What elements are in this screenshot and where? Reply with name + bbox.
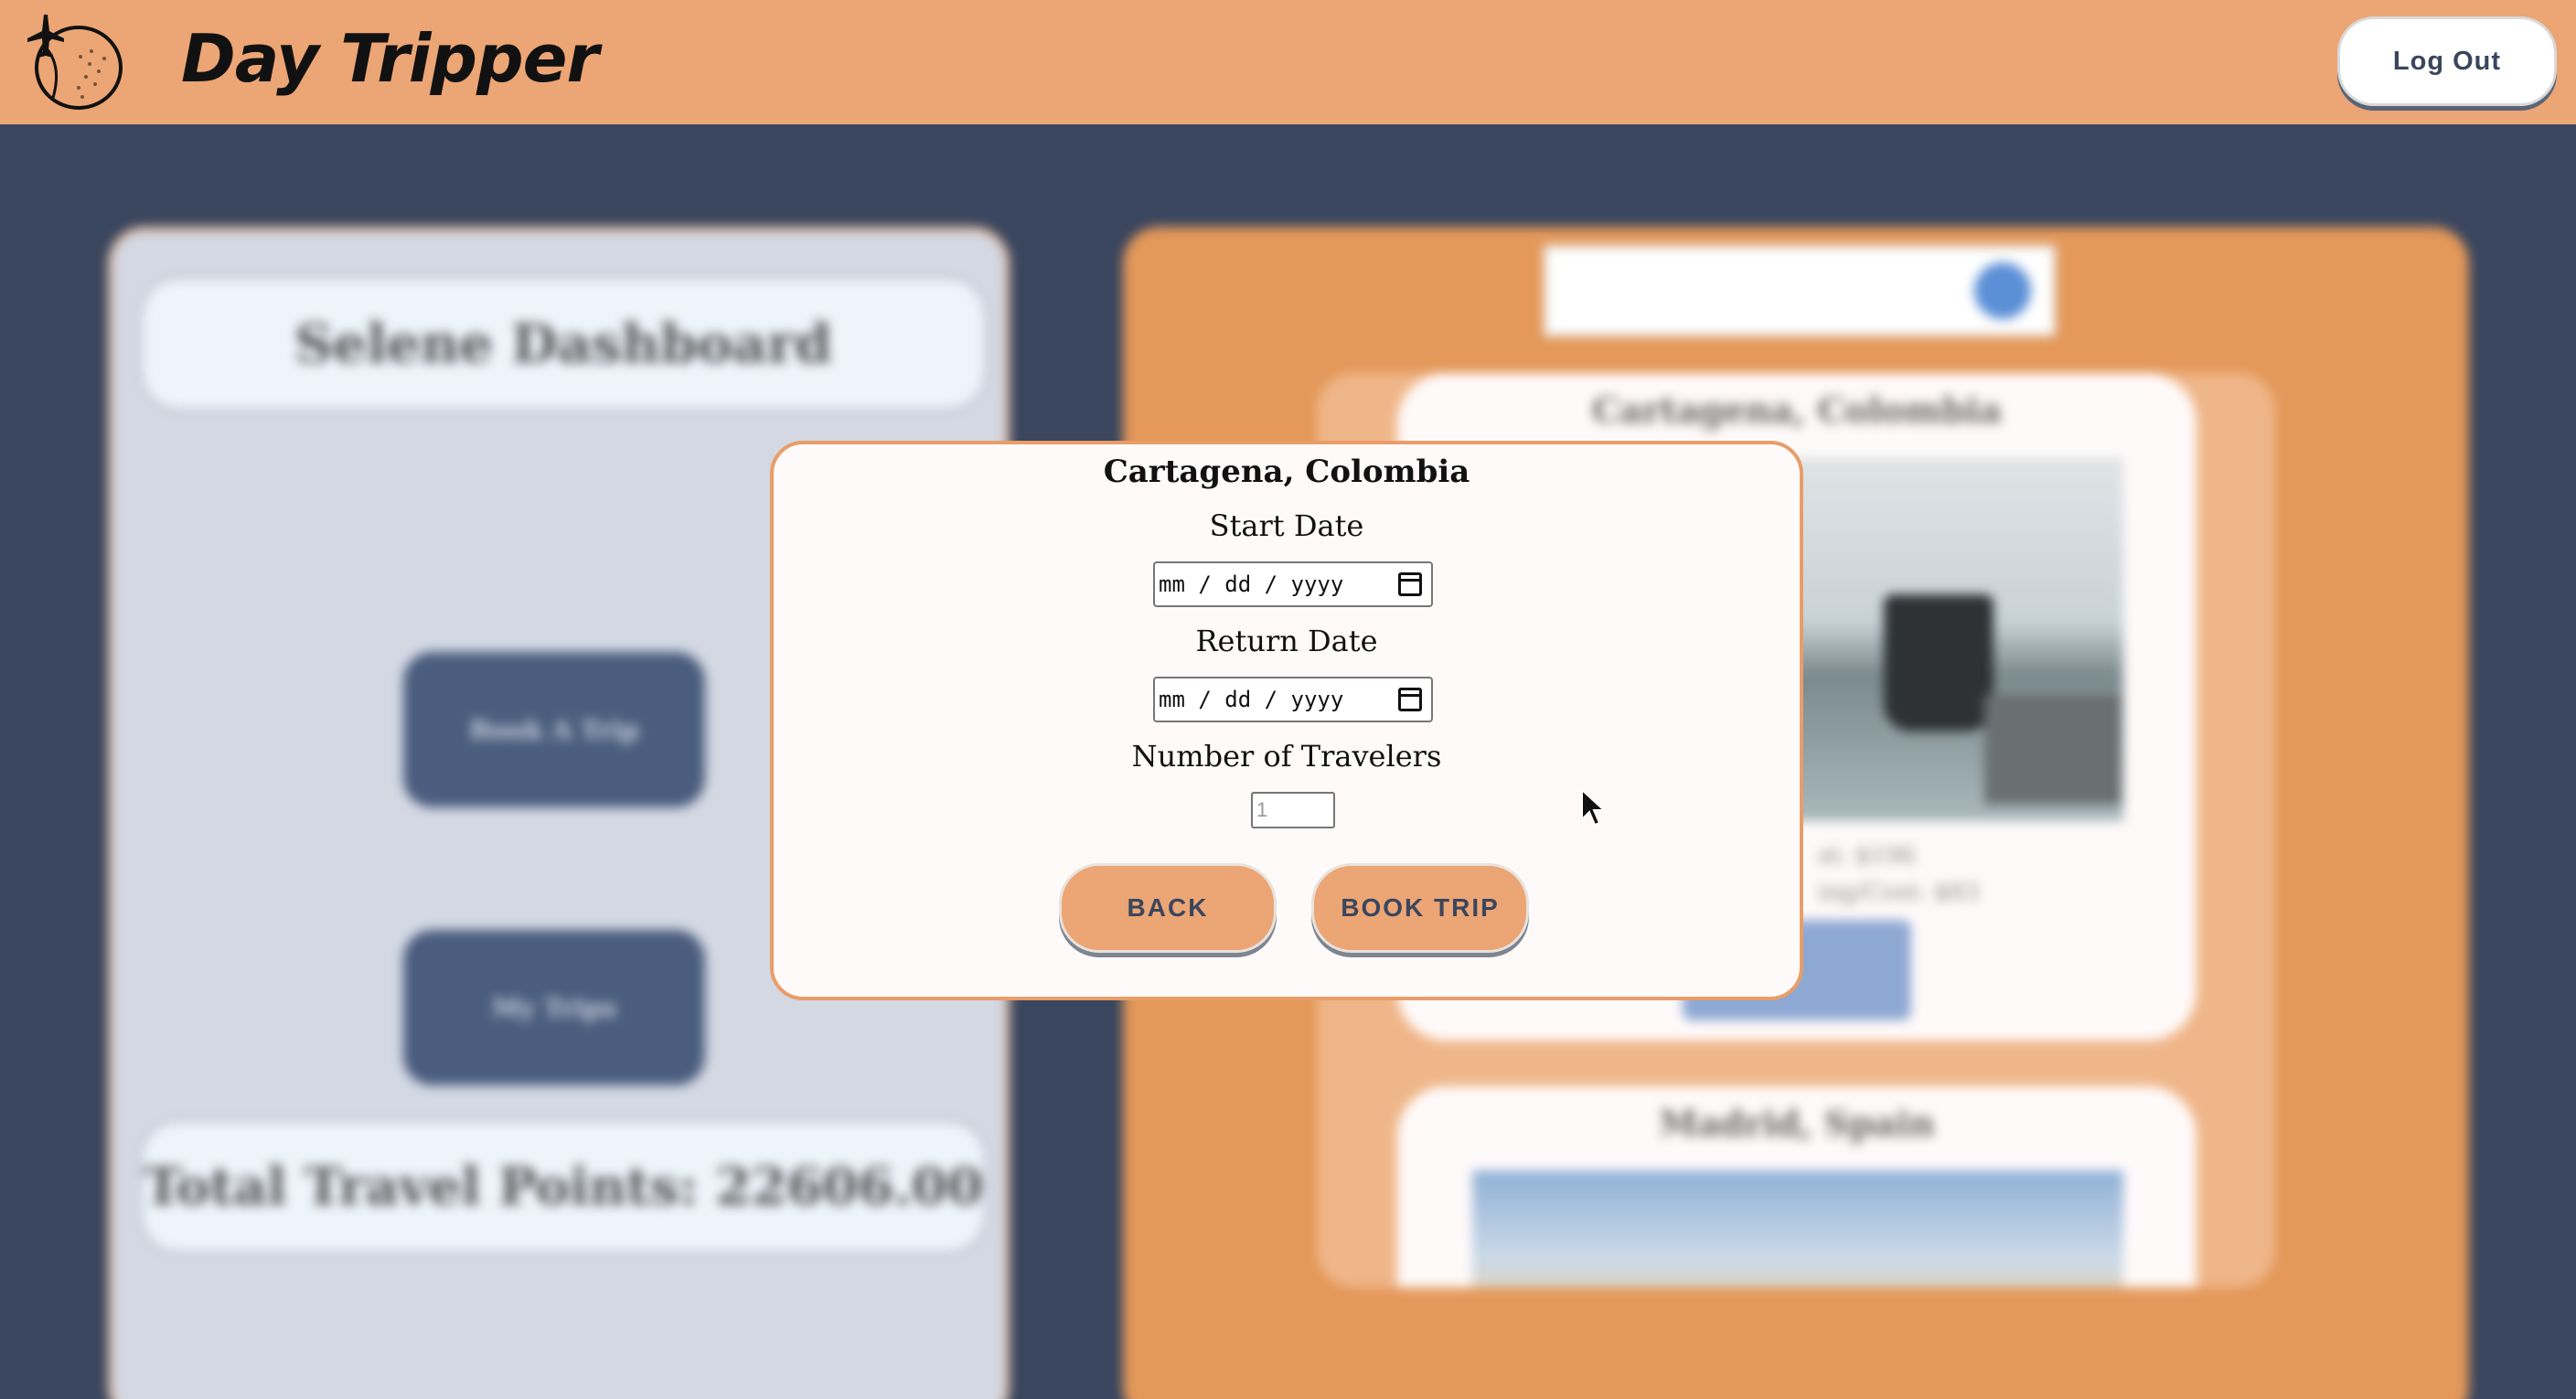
- calendar-icon[interactable]: [1398, 688, 1422, 711]
- return-date-input[interactable]: mm / dd / yyyy: [1153, 677, 1433, 722]
- back-button[interactable]: BACK: [1059, 863, 1277, 953]
- globe-airplane-logo-icon: [27, 15, 123, 110]
- my-trips-button[interactable]: My Trips: [403, 930, 705, 1085]
- start-date-value: mm / dd / yyyy: [1159, 571, 1344, 597]
- destination-card: Madrid, Spain: [1397, 1086, 2197, 1287]
- dock-shape: [1984, 695, 2122, 805]
- booking-modal: Cartagena, Colombia Start Date mm / dd /…: [770, 441, 1803, 1000]
- destination-photo: [1472, 1170, 2123, 1287]
- dashboard-title: Selene Dashboard: [138, 275, 989, 412]
- search-icon[interactable]: [1974, 262, 2031, 319]
- top-header: Day Tripper Log Out: [0, 0, 2576, 124]
- card-cost: st: $196: [1818, 842, 1916, 870]
- app-title: Day Tripper: [181, 20, 599, 97]
- return-date-label: Return Date: [1195, 624, 1378, 658]
- travelers-input[interactable]: 1: [1251, 792, 1335, 828]
- book-a-trip-button[interactable]: Book A Trip: [403, 652, 705, 807]
- return-date-value: mm / dd / yyyy: [1159, 687, 1344, 712]
- travelers-label: Number of Travelers: [1131, 739, 1442, 774]
- mouse-cursor-icon: [1581, 788, 1607, 827]
- ship-shape: [1884, 594, 1993, 732]
- modal-title: Cartagena, Colombia: [1103, 454, 1470, 490]
- start-date-input[interactable]: mm / dd / yyyy: [1153, 561, 1433, 607]
- search-input[interactable]: [1544, 245, 2056, 336]
- card-lodging-cost: ing/Cost: $83: [1818, 879, 1980, 906]
- calendar-icon[interactable]: [1398, 572, 1422, 596]
- travel-points-display: Total Travel Points: 22606.00: [138, 1118, 989, 1255]
- book-trip-button[interactable]: BOOK TRIP: [1311, 863, 1529, 953]
- card-title: Madrid, Spain: [1659, 1103, 1935, 1144]
- card-details: st: $196 ing/Cost: $83: [1818, 838, 2092, 911]
- card-title: Cartagena, Colombia: [1592, 390, 2002, 431]
- start-date-label: Start Date: [1209, 508, 1364, 543]
- logout-button[interactable]: Log Out: [2337, 16, 2557, 106]
